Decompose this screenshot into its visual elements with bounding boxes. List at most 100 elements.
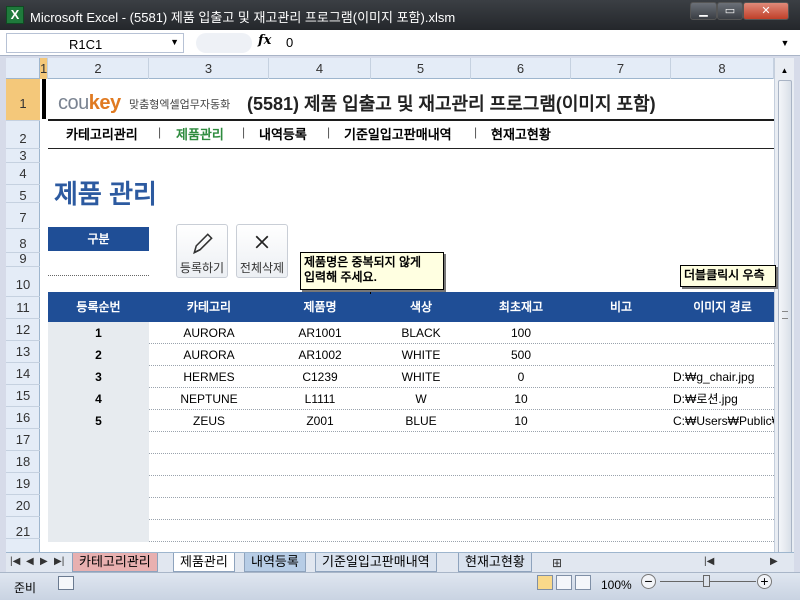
image-path-cell[interactable] xyxy=(671,322,774,344)
row-header[interactable]: 3 xyxy=(6,149,40,163)
row-header[interactable]: 10 xyxy=(6,267,40,297)
category-cell[interactable]: NEPTUNE xyxy=(149,388,269,410)
column-header[interactable]: 2 xyxy=(48,58,149,79)
category-cell[interactable] xyxy=(149,498,269,520)
formula-splitter[interactable] xyxy=(196,33,252,53)
sheet-tab-history[interactable]: 내역등록 xyxy=(244,553,306,572)
column-header[interactable]: 6 xyxy=(471,58,571,79)
excel-app-icon[interactable]: X xyxy=(6,6,24,24)
row-header[interactable]: 15 xyxy=(6,385,40,407)
maximize-button[interactable]: ▭ xyxy=(717,2,743,20)
close-button[interactable]: ✕ xyxy=(743,2,789,20)
formula-input[interactable]: 0 xyxy=(280,33,776,53)
note-cell[interactable] xyxy=(571,366,671,388)
column-header[interactable]: 7 xyxy=(571,58,671,79)
product-cell[interactable] xyxy=(269,520,371,542)
tab-split-handle[interactable]: |◀ xyxy=(704,556,714,567)
row-header[interactable]: 2 xyxy=(6,121,40,149)
category-cell[interactable]: HERMES xyxy=(149,366,269,388)
column-header[interactable]: 4 xyxy=(269,58,371,79)
sheet-tab-date-sales[interactable]: 기준일입고판매내역 xyxy=(315,553,437,572)
color-cell[interactable] xyxy=(371,520,471,542)
image-path-cell[interactable] xyxy=(671,498,774,520)
initial-stock-cell[interactable]: 0 xyxy=(471,366,571,388)
row-header[interactable]: 20 xyxy=(6,495,40,517)
vertical-scrollbar[interactable]: ▲ xyxy=(774,58,794,560)
product-cell[interactable] xyxy=(269,476,371,498)
seq-cell[interactable] xyxy=(48,476,149,498)
note-cell[interactable] xyxy=(571,410,671,432)
image-path-cell[interactable] xyxy=(671,476,774,498)
sheet-tab-category[interactable]: 카테고리관리 xyxy=(72,553,158,572)
zoom-out-icon[interactable]: − xyxy=(641,574,656,589)
column-header[interactable]: 3 xyxy=(149,58,269,79)
row-header[interactable]: 5 xyxy=(6,185,40,203)
row-header[interactable]: 1 xyxy=(6,79,40,121)
note-cell[interactable] xyxy=(571,432,671,454)
color-cell[interactable] xyxy=(371,476,471,498)
seq-cell[interactable]: 2 xyxy=(48,344,149,366)
table-row[interactable]: 1 AURORA AR1001 BLACK 100 xyxy=(48,322,774,344)
scroll-right-icon[interactable]: ▶ xyxy=(770,556,778,567)
row-header[interactable]: 7 xyxy=(6,203,40,229)
scrollbar-thumb[interactable] xyxy=(778,80,792,560)
column-header[interactable]: 8 xyxy=(671,58,774,79)
product-cell[interactable] xyxy=(269,498,371,520)
table-row[interactable]: 4 NEPTUNE L1111 W 10 D:₩로션.jpg xyxy=(48,388,774,410)
seq-cell[interactable]: 4 xyxy=(48,388,149,410)
register-button[interactable]: 등록하기 xyxy=(176,224,228,278)
chevron-down-icon[interactable]: ▼ xyxy=(170,37,179,47)
color-cell[interactable] xyxy=(371,498,471,520)
initial-stock-cell[interactable]: 100 xyxy=(471,322,571,344)
table-row[interactable] xyxy=(48,498,774,520)
color-cell[interactable]: W xyxy=(371,388,471,410)
zoom-slider-thumb[interactable] xyxy=(703,575,710,587)
row-header[interactable]: 11 xyxy=(6,297,40,319)
nav-item-products[interactable]: 제품관리 xyxy=(176,124,224,143)
category-cell[interactable]: AURORA xyxy=(149,322,269,344)
delete-all-button[interactable]: 전체삭제 xyxy=(236,224,288,278)
nav-item-category[interactable]: 카테고리관리 xyxy=(66,124,138,143)
macro-record-icon[interactable] xyxy=(58,576,74,590)
insert-sheet-icon[interactable]: ⊞ xyxy=(552,556,562,570)
image-path-cell[interactable] xyxy=(671,454,774,476)
minimize-button[interactable]: ▁ xyxy=(690,2,717,20)
note-cell[interactable] xyxy=(571,344,671,366)
name-box[interactable]: R1C1 ▼ xyxy=(6,33,184,53)
row-header[interactable]: 9 xyxy=(6,252,40,267)
note-cell[interactable] xyxy=(571,454,671,476)
page-layout-view-icon[interactable] xyxy=(556,575,572,590)
note-cell[interactable] xyxy=(571,498,671,520)
table-row[interactable]: 5ZEUSZ001BLUE10 C:₩Users₩Public₩P xyxy=(48,410,774,432)
image-path-cell[interactable]: D:₩로션.jpg xyxy=(671,388,774,410)
color-cell[interactable] xyxy=(371,454,471,476)
table-row[interactable] xyxy=(48,520,774,542)
category-cell[interactable]: ZEUS xyxy=(149,410,269,432)
initial-stock-cell[interactable] xyxy=(471,432,571,454)
product-cell[interactable]: L1111 xyxy=(269,388,371,410)
table-row[interactable] xyxy=(48,454,774,476)
note-cell[interactable] xyxy=(571,322,671,344)
image-path-cell[interactable]: C:₩Users₩Public₩P xyxy=(671,410,774,432)
note-cell[interactable] xyxy=(571,520,671,542)
sheet-tab-stock[interactable]: 현재고현황 xyxy=(458,553,532,572)
table-row[interactable]: 2 AURORA AR1002 WHITE 500 xyxy=(48,344,774,366)
product-cell[interactable] xyxy=(269,454,371,476)
expand-formula-bar-icon[interactable]: ▼ xyxy=(776,33,794,53)
column-header[interactable]: 5 xyxy=(371,58,471,79)
seq-cell[interactable]: 1 xyxy=(48,322,149,344)
row-header[interactable]: 14 xyxy=(6,363,40,385)
category-cell[interactable]: AURORA xyxy=(149,344,269,366)
color-cell[interactable] xyxy=(371,432,471,454)
scroll-up-icon[interactable]: ▲ xyxy=(777,64,792,78)
category-cell[interactable] xyxy=(149,432,269,454)
next-sheet-icon[interactable]: ▶ xyxy=(40,556,48,567)
seq-cell[interactable]: 5 xyxy=(48,410,149,432)
row-header[interactable]: 21 xyxy=(6,517,40,539)
insert-function-icon[interactable]: fx xyxy=(258,33,271,48)
product-cell[interactable]: AR1001 xyxy=(269,322,371,344)
last-sheet-icon[interactable]: ▶| xyxy=(54,556,64,567)
page-break-view-icon[interactable] xyxy=(575,575,591,590)
column-header[interactable]: 1 xyxy=(40,58,48,79)
initial-stock-cell[interactable]: 10 xyxy=(471,388,571,410)
